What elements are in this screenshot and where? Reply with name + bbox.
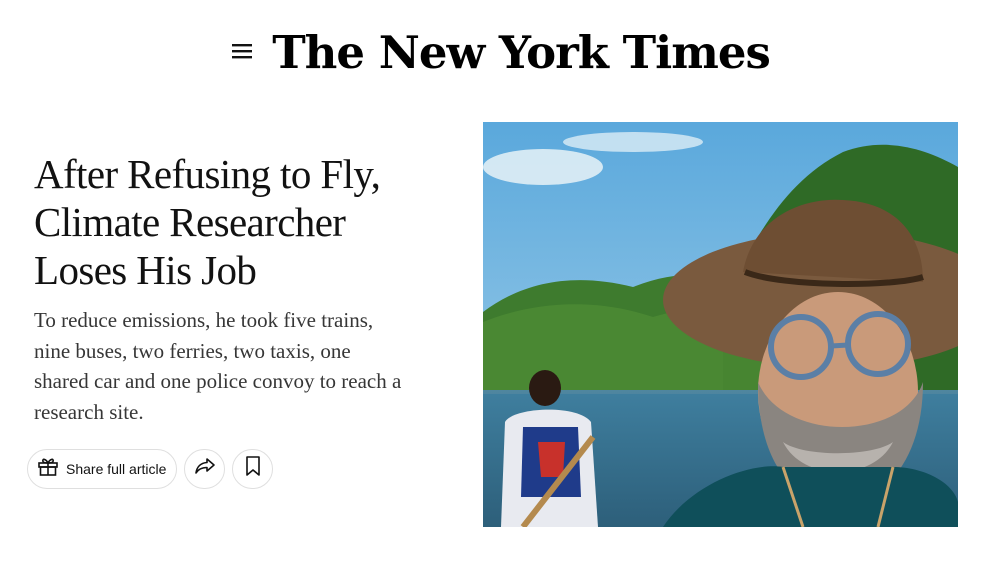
- bookmark-button[interactable]: [232, 448, 274, 489]
- share-arrow-icon: [194, 456, 216, 481]
- share-button-label: Share full article: [66, 460, 167, 477]
- share-full-article-button[interactable]: Share full article: [27, 448, 178, 489]
- masthead-logo[interactable]: The New York Times: [272, 20, 771, 84]
- bookmark-icon: [245, 455, 261, 482]
- article-summary: To reduce emissions, he took five trains…: [34, 305, 464, 427]
- summary-line: nine buses, two ferries, two taxis, one: [34, 338, 351, 363]
- share-arrow-button[interactable]: [184, 448, 226, 489]
- headline-line: After Refusing to Fly,: [34, 151, 381, 197]
- summary-line: research site.: [34, 399, 144, 424]
- share-toolbar: Share full article: [27, 448, 274, 489]
- gift-icon: [36, 454, 60, 483]
- summary-line: shared car and one police convoy to reac…: [34, 369, 402, 393]
- article-headline: After Refusing to Fly, Climate Researche…: [34, 150, 464, 294]
- article-lead-photo: [483, 122, 958, 527]
- summary-line: To reduce emissions, he took five trains…: [34, 308, 374, 332]
- hamburger-menu-icon[interactable]: [226, 36, 258, 66]
- headline-line: Loses His Job: [34, 247, 257, 293]
- headline-line: Climate Researcher: [34, 199, 346, 245]
